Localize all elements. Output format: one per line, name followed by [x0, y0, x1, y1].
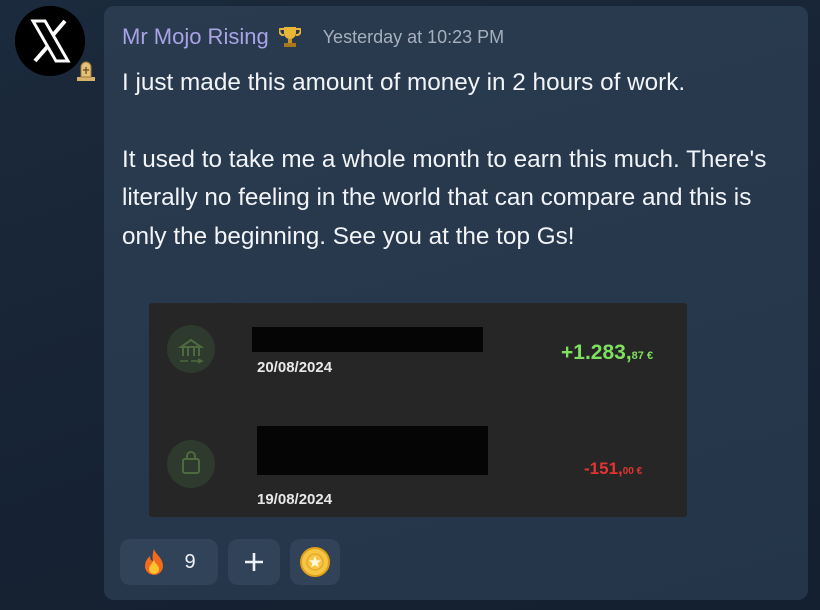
coin-reaction-button[interactable] [290, 539, 340, 585]
message-text: I just made this amount of money in 2 ho… [122, 64, 802, 256]
transaction-date: 19/08/2024 [257, 491, 333, 508]
screenshot-attachment[interactable]: 20/08/2024 +1.283,87 € 19/08/2024 -151,0… [149, 303, 687, 517]
avatar[interactable] [15, 6, 95, 81]
fire-reaction-button[interactable]: 9 [120, 539, 218, 585]
add-reaction-icon [245, 553, 263, 571]
bank-transfer-icon [167, 325, 215, 373]
add-reaction-button[interactable] [228, 539, 280, 585]
redacted-block [252, 327, 483, 352]
message-line: It used to take me a whole month to earn… [122, 145, 767, 250]
message-bubble: Mr Mojo Rising Yesterday at 10:23 PM I j… [104, 6, 808, 600]
author-name[interactable]: Mr Mojo Rising [122, 24, 269, 50]
fire-icon [145, 549, 164, 575]
message-line: I just made this amount of money in 2 ho… [122, 69, 686, 96]
transaction-amount: +1.283,87 € [561, 341, 654, 364]
coin-icon [300, 547, 330, 577]
reaction-bar: 9 [120, 539, 340, 585]
reaction-count: 9 [184, 550, 196, 573]
redacted-block [257, 426, 488, 475]
transaction-date: 20/08/2024 [257, 359, 333, 376]
gravestone-icon [77, 61, 95, 81]
timestamp: Yesterday at 10:23 PM [322, 26, 505, 47]
message-header: Mr Mojo Rising Yesterday at 10:23 PM [122, 24, 504, 50]
shopping-bag-icon [167, 440, 215, 488]
trophy-icon [278, 27, 301, 47]
transaction-amount: -151,00 € [584, 459, 643, 478]
